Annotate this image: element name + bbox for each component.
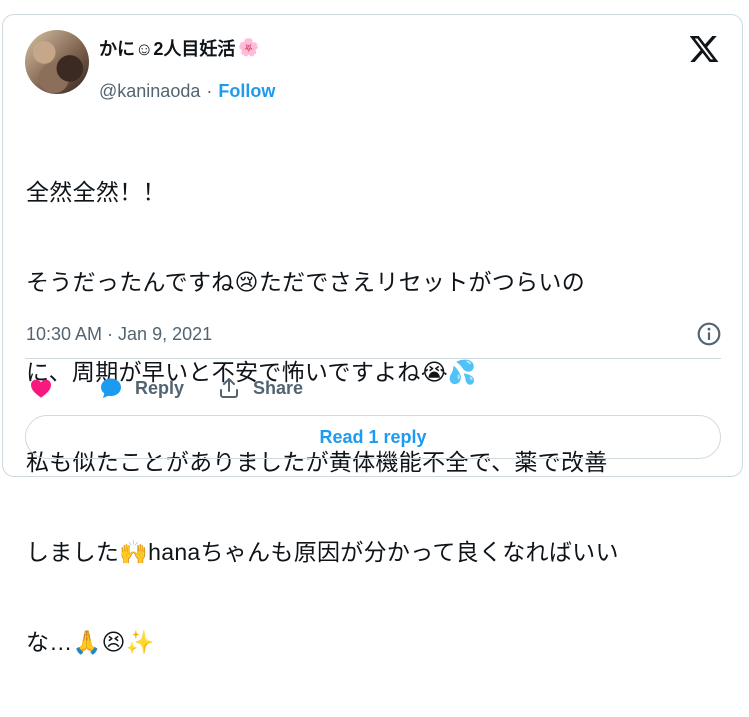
author-handle[interactable]: @kaninaoda — [99, 81, 200, 102]
info-icon[interactable] — [696, 321, 722, 347]
author-handle-row: @kaninaoda · Follow — [99, 81, 275, 102]
tweet-line: な…🙏😣✨ — [26, 629, 155, 655]
heart-icon — [31, 379, 51, 398]
divider — [25, 358, 721, 359]
tweet-line: しました🙌hanaちゃんも原因が分かって良くなればいい — [26, 539, 619, 565]
author-name[interactable]: かに☺2人目妊活 — [99, 35, 235, 61]
x-logo-icon[interactable] — [688, 33, 720, 65]
read-replies-button[interactable]: Read 1 reply — [25, 415, 721, 459]
tweet-timestamp[interactable]: 10:30 AM · Jan 9, 2021 — [26, 324, 212, 345]
separator-dot: · — [206, 81, 213, 101]
tweet-line: 全然全然！！ — [26, 179, 166, 205]
avatar[interactable] — [25, 30, 89, 94]
author-name-row[interactable]: かに☺2人目妊活 🌸 — [99, 35, 260, 61]
like-button[interactable] — [29, 376, 53, 400]
cherry-blossom-emoji: 🌸 — [238, 38, 260, 57]
share-button[interactable]: Share — [217, 376, 303, 400]
share-label: Share — [253, 377, 304, 398]
tweet-card: かに☺2人目妊活 🌸 @kaninaoda · Follow 全然全然！！ そう… — [2, 14, 743, 655]
tweet-line: そうだったんですね😢ただでさえリセットがつらいの — [26, 269, 586, 295]
action-bar: Reply Share — [29, 373, 303, 403]
tweet-meta-row: 10:30 AM · Jan 9, 2021 — [26, 320, 722, 348]
reply-button[interactable]: Reply — [99, 376, 184, 400]
follow-link[interactable]: Follow — [218, 81, 275, 102]
share-icon — [220, 378, 239, 398]
reply-label: Reply — [135, 377, 185, 398]
reply-bubble-icon — [101, 378, 121, 398]
